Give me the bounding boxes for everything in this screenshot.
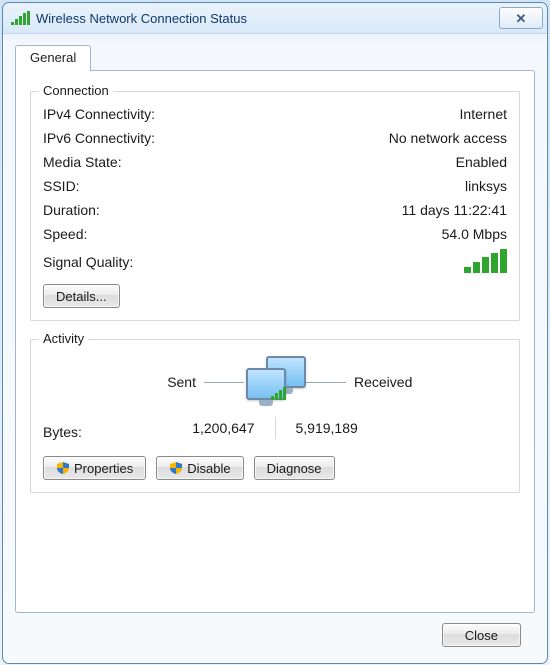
details-button-label: Details...: [56, 289, 107, 304]
network-monitors-icon: [244, 356, 306, 408]
close-button[interactable]: Close: [442, 623, 521, 647]
signal-label: Signal Quality:: [43, 254, 133, 270]
diagnose-button[interactable]: Diagnose: [254, 456, 335, 480]
uac-shield-icon: [169, 461, 183, 475]
connection-legend: Connection: [39, 83, 113, 98]
row-ssid: SSID: linksys: [43, 174, 507, 198]
ipv6-label: IPv6 Connectivity:: [43, 130, 155, 146]
close-icon: ✕: [516, 12, 527, 25]
media-label: Media State:: [43, 154, 122, 170]
disable-button[interactable]: Disable: [156, 456, 243, 480]
sent-line: [204, 382, 244, 383]
mini-signal-icon: [271, 387, 286, 400]
sent-label: Sent: [167, 374, 196, 390]
media-value: Enabled: [456, 154, 507, 170]
row-media-state: Media State: Enabled: [43, 150, 507, 174]
close-button-label: Close: [465, 628, 498, 643]
wifi-signal-icon: [11, 11, 30, 25]
duration-label: Duration:: [43, 202, 100, 218]
tab-panel-general: Connection IPv4 Connectivity: Internet I…: [15, 70, 535, 613]
bytes-label: Bytes:: [43, 424, 82, 440]
speed-label: Speed:: [43, 226, 87, 242]
speed-value: 54.0 Mbps: [442, 226, 507, 242]
row-duration: Duration: 11 days 11:22:41: [43, 198, 507, 222]
row-signal-quality: Signal Quality:: [43, 246, 507, 278]
ssid-value: linksys: [465, 178, 507, 194]
connection-group: Connection IPv4 Connectivity: Internet I…: [30, 91, 520, 321]
ipv4-value: Internet: [460, 106, 507, 122]
received-label: Received: [354, 374, 412, 390]
diagnose-button-label: Diagnose: [267, 461, 322, 476]
tab-control: General Connection IPv4 Connectivity: In…: [15, 44, 535, 613]
activity-bytes-row: 1,200,647 5,919,189: [43, 414, 507, 442]
ipv4-label: IPv4 Connectivity:: [43, 106, 155, 122]
uac-shield-icon: [56, 461, 70, 475]
footer: Close: [15, 613, 535, 653]
ipv6-value: No network access: [389, 130, 507, 146]
properties-button[interactable]: Properties: [43, 456, 146, 480]
window-frame: Wireless Network Connection Status ✕ Gen…: [2, 2, 548, 664]
close-window-button[interactable]: ✕: [499, 7, 543, 29]
properties-button-label: Properties: [74, 461, 133, 476]
disable-button-label: Disable: [187, 461, 230, 476]
tab-general[interactable]: General: [15, 45, 91, 71]
details-row: Details...: [43, 284, 507, 308]
activity-header: Sent: [43, 350, 507, 414]
activity-button-row: Properties Disable Diagnose: [43, 456, 507, 480]
bytes-received-value: 5,919,189: [276, 420, 508, 436]
client-area: General Connection IPv4 Connectivity: In…: [3, 34, 547, 663]
signal-quality-value: [464, 249, 507, 276]
received-line: [306, 382, 346, 383]
tab-label: General: [30, 50, 76, 65]
title-bar: Wireless Network Connection Status ✕: [3, 3, 547, 34]
window-title: Wireless Network Connection Status: [36, 11, 247, 26]
activity-icon-wrap: [244, 356, 306, 408]
ssid-label: SSID:: [43, 178, 80, 194]
activity-group: Activity Sent: [30, 339, 520, 493]
details-button[interactable]: Details...: [43, 284, 120, 308]
row-ipv6: IPv6 Connectivity: No network access: [43, 126, 507, 150]
duration-value: 11 days 11:22:41: [402, 202, 507, 218]
activity-legend: Activity: [39, 331, 88, 346]
tab-strip: General: [15, 45, 535, 71]
signal-bars-icon: [464, 249, 507, 273]
row-speed: Speed: 54.0 Mbps: [43, 222, 507, 246]
row-ipv4: IPv4 Connectivity: Internet: [43, 102, 507, 126]
